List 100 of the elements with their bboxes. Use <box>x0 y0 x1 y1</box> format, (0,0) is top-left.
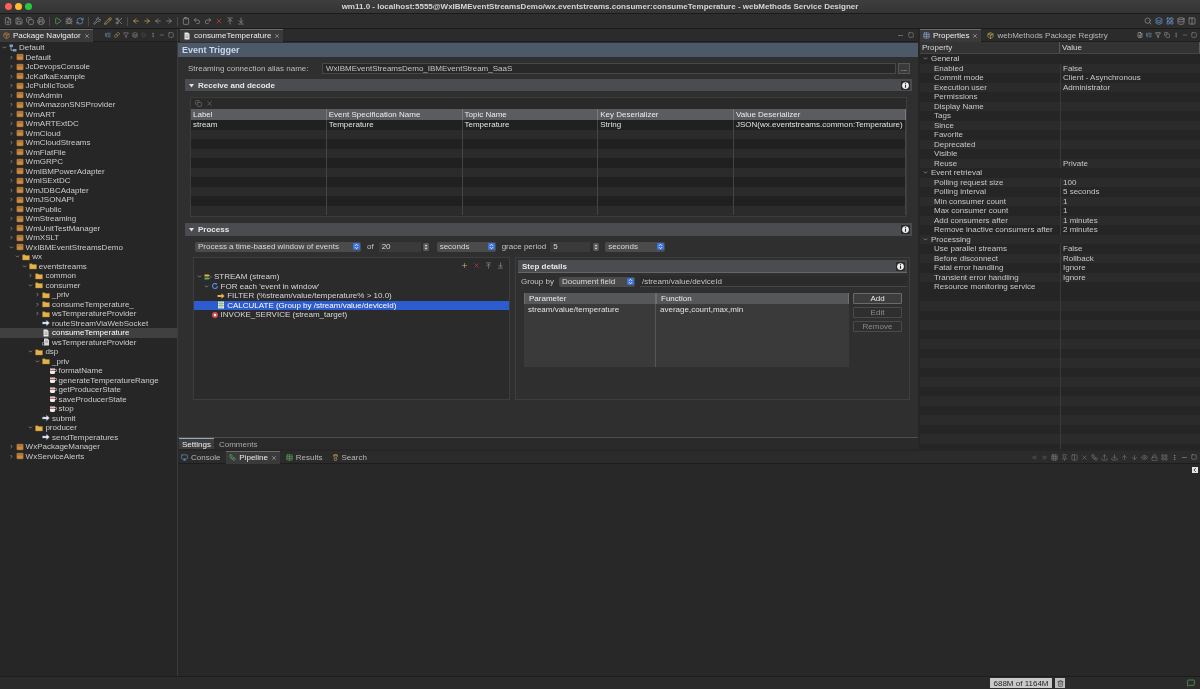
maximize-icon[interactable] <box>1191 32 1197 38</box>
chevron-right-icon[interactable] <box>8 92 14 98</box>
updown-arrows-icon[interactable] <box>657 243 665 250</box>
grid-icon[interactable] <box>1166 17 1174 25</box>
download-icon[interactable] <box>1111 453 1118 461</box>
property-value[interactable]: 2 minutes <box>1060 225 1200 235</box>
tree-item[interactable]: JcPublicTools <box>0 81 177 91</box>
chevron-right-icon[interactable] <box>8 178 14 184</box>
layers-icon[interactable] <box>132 32 138 38</box>
chevron-right-icon[interactable] <box>8 83 14 89</box>
alias-field[interactable]: WxIBMEventStreamsDemo_IBMEventStream_SaaS <box>322 63 896 74</box>
chevron-down-icon[interactable] <box>15 254 21 260</box>
minimize-icon[interactable] <box>1182 32 1188 38</box>
panel-tab[interactable]: Pipeline <box>226 450 280 464</box>
tree-item[interactable]: WmJSONAPI <box>0 195 177 205</box>
browse-button[interactable]: ... <box>898 63 910 74</box>
property-value[interactable]: 5 seconds <box>1060 187 1200 197</box>
column-header[interactable]: Label <box>191 109 327 120</box>
triangle-down-icon[interactable] <box>189 227 194 232</box>
property-value[interactable]: 1 <box>1060 206 1200 216</box>
scissors-icon[interactable] <box>115 17 123 25</box>
chevron-down-icon[interactable] <box>923 170 928 176</box>
property-group[interactable]: Processing <box>920 234 1200 244</box>
tree-item[interactable]: JcKafkaExample <box>0 71 177 81</box>
bug-icon[interactable] <box>65 17 73 25</box>
tree-item[interactable]: wx <box>0 252 177 262</box>
flow-step[interactable]: FILTER (%stream/value/temperature% > 10.0) <box>194 291 509 301</box>
tree-item[interactable]: WmStreaming <box>0 214 177 224</box>
info-icon[interactable] <box>901 80 910 90</box>
chevron-right-icon[interactable] <box>8 453 14 459</box>
move-up-icon[interactable] <box>485 261 492 269</box>
tree-item[interactable]: stop <box>0 404 177 414</box>
move-up-icon[interactable] <box>226 17 234 25</box>
chevron-right-icon[interactable] <box>8 235 14 241</box>
tree-item[interactable]: common <box>0 271 177 281</box>
tree-item[interactable]: _priv <box>0 356 177 366</box>
tree-item[interactable]: WmAmazonSNSProvider <box>0 100 177 110</box>
editor-tab[interactable]: Comments <box>215 438 261 449</box>
path-field[interactable]: /stream/value/deviceId <box>639 276 907 287</box>
chevron-right-icon[interactable] <box>28 273 34 279</box>
move-down-icon[interactable] <box>497 261 504 269</box>
heap-status[interactable]: 688M of 1164M <box>990 678 1052 688</box>
chevron-right-icon[interactable] <box>8 130 14 136</box>
column-header[interactable]: Function <box>656 293 849 304</box>
chevron-right-icon[interactable] <box>8 111 14 117</box>
list-tree-icon[interactable] <box>1146 32 1152 38</box>
chevron-right-icon[interactable] <box>8 54 14 60</box>
tree-item[interactable]: WmFlatFile <box>0 147 177 157</box>
chevron-down-icon[interactable] <box>2 45 7 51</box>
link-icon[interactable] <box>114 32 120 38</box>
tree-item[interactable]: WmCloud <box>0 128 177 138</box>
maximize-icon[interactable] <box>1191 454 1197 460</box>
minimize-icon[interactable] <box>159 32 165 38</box>
number-field[interactable]: 5 <box>550 241 591 252</box>
arrow-right-icon[interactable] <box>143 17 151 25</box>
new-file-icon[interactable] <box>4 17 12 25</box>
tree-item[interactable]: WmGRPC <box>0 157 177 167</box>
tree-item[interactable]: getProducerState <box>0 385 177 395</box>
maximize-icon[interactable] <box>168 32 174 38</box>
printer-icon[interactable] <box>37 17 45 25</box>
window-zoom-button[interactable] <box>25 3 32 10</box>
layers-icon[interactable] <box>1155 17 1163 25</box>
chevron-right-icon[interactable] <box>8 121 14 127</box>
grid-icon[interactable] <box>1161 453 1168 461</box>
flow-step[interactable]: FOR each 'event in window' <box>194 281 509 291</box>
copy-icon[interactable] <box>26 17 34 25</box>
updown-arrows-icon[interactable] <box>487 243 495 250</box>
tree-item[interactable]: saveProducerState <box>0 394 177 404</box>
tree-item[interactable]: WmCloudStreams <box>0 138 177 148</box>
grid-icon[interactable] <box>1051 453 1058 461</box>
chevron-down-icon[interactable] <box>203 283 209 289</box>
menu-icon[interactable] <box>150 32 156 38</box>
arrow-left-icon[interactable] <box>154 17 162 25</box>
updown-arrows-icon[interactable] <box>626 278 634 285</box>
property-group[interactable]: General <box>920 54 1200 64</box>
chevron-right-icon[interactable] <box>8 73 14 79</box>
close-icon[interactable] <box>1081 453 1088 461</box>
double-chevron-left-icon[interactable] <box>1031 453 1038 461</box>
chevron-right-icon[interactable] <box>8 197 14 203</box>
tree-item[interactable]: WmART <box>0 109 177 119</box>
flow-step[interactable]: INVOKE_SERVICE (stream_target) <box>194 310 509 320</box>
tree-item[interactable]: JcDevopsConsole <box>0 62 177 72</box>
window-close-button[interactable] <box>5 3 12 10</box>
pencil-icon[interactable] <box>104 17 112 25</box>
tree-item[interactable]: WmISExtDC <box>0 176 177 186</box>
column-header[interactable]: Key Deserializer <box>598 109 734 120</box>
refresh-icon[interactable] <box>76 17 84 25</box>
tree-item[interactable]: _priv <box>0 290 177 300</box>
property-group[interactable]: Event retrieval <box>920 168 1200 178</box>
tree-item[interactable]: consumeTemperature_ <box>0 299 177 309</box>
delete-icon[interactable] <box>206 100 213 107</box>
chevron-right-icon[interactable] <box>8 216 14 222</box>
delete-icon[interactable] <box>215 17 223 25</box>
panel-tab[interactable]: Console <box>178 450 224 464</box>
stepper-icon[interactable] <box>592 242 601 251</box>
redo-icon[interactable] <box>204 17 212 25</box>
columns-icon[interactable] <box>1071 453 1078 461</box>
tree-item[interactable]: WmUnitTestManager <box>0 223 177 233</box>
chevron-right-icon[interactable] <box>8 159 14 165</box>
panel-tab[interactable]: Results <box>282 450 326 464</box>
